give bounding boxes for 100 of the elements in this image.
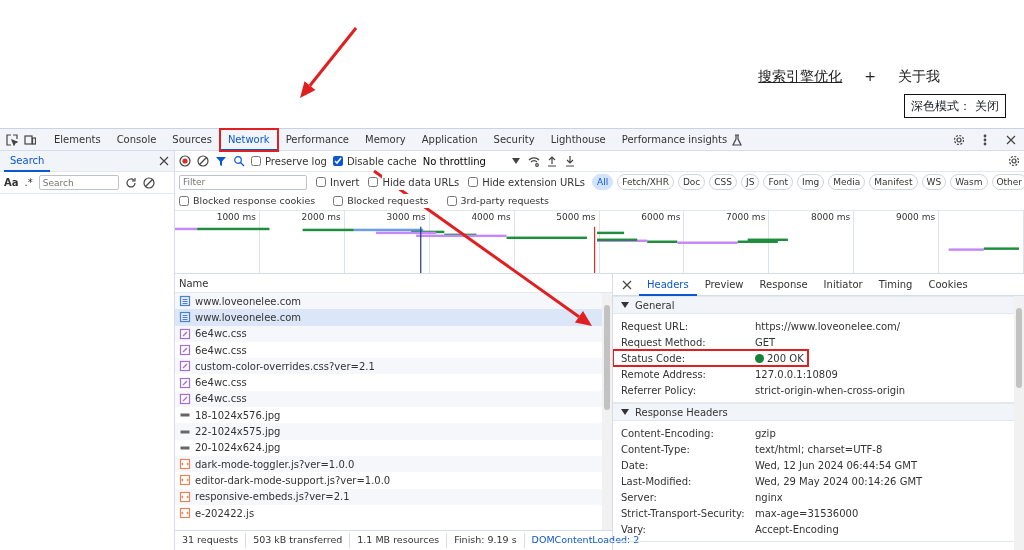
header-name: Vary: (621, 522, 647, 536)
device-toolbar-icon[interactable] (24, 133, 36, 146)
checkbox[interactable] (446, 196, 457, 206)
checkbox[interactable] (251, 156, 261, 166)
devtools-tab[interactable]: Sources (164, 128, 220, 151)
devtools-tab[interactable]: Memory (357, 128, 414, 151)
script-icon (179, 474, 191, 487)
scrollbar[interactable] (1014, 296, 1024, 550)
refresh-icon[interactable] (124, 176, 137, 189)
request-row[interactable]: 6e4wc.css (175, 341, 602, 359)
inspect-icon[interactable] (6, 133, 18, 146)
checkbox[interactable] (468, 177, 479, 187)
download-icon[interactable] (563, 155, 576, 167)
request-row[interactable]: custom-color-overrides.css?ver=2.1 (175, 358, 602, 375)
filter-field[interactable]: Filter (179, 174, 307, 190)
search-field[interactable]: Search (38, 175, 119, 190)
devtools-tab[interactable]: Elements (46, 128, 109, 151)
scrollbar[interactable] (602, 293, 612, 530)
section-header[interactable]: Response Headers (613, 403, 1014, 421)
request-row[interactable]: responsive-embeds.js?ver=2.1 (175, 488, 602, 505)
type-filter-chip[interactable]: Img (797, 174, 825, 190)
request-row[interactable]: 6e4wc.css (175, 390, 602, 408)
type-filter-chip[interactable]: Font (763, 174, 793, 190)
settings-icon[interactable] (1008, 155, 1020, 167)
section-header[interactable]: General (613, 296, 1014, 314)
header-name: Request Method: (621, 335, 707, 350)
details-tab[interactable]: Preview (696, 273, 752, 296)
status-text: 503 kB transferred (246, 533, 351, 548)
tick-label: 9000 ms (895, 212, 936, 222)
nav-link[interactable]: 搜索引擎优化 (758, 66, 843, 87)
stylesheet-icon (179, 392, 191, 405)
header-name: Request URL: (621, 319, 689, 334)
request-row[interactable]: editor-dark-mode-support.js?ver=1.0.0 (175, 472, 602, 489)
document-icon (179, 295, 191, 308)
checkbox[interactable] (333, 196, 344, 206)
stylesheet-icon (179, 344, 191, 357)
details-tab[interactable]: Timing (870, 273, 921, 296)
checkbox-label: Blocked requests (347, 193, 429, 209)
type-filter-chip[interactable]: JS (741, 174, 760, 190)
type-filter-chip[interactable]: Fetch/XHR (617, 174, 674, 190)
column-header[interactable]: Name (179, 275, 209, 291)
checkbox[interactable] (179, 196, 189, 206)
flask-icon (731, 133, 744, 146)
clear-icon[interactable] (142, 176, 155, 189)
header-name: Content-Encoding: (621, 426, 715, 441)
close-icon[interactable] (158, 155, 170, 167)
upload-icon[interactable] (545, 155, 558, 167)
details-tab[interactable]: Initiator (815, 273, 871, 296)
details-tab[interactable]: Headers (639, 273, 697, 296)
devtools-tab[interactable]: Console (108, 128, 165, 151)
header-name: Referrer Policy: (621, 383, 697, 398)
request-row[interactable]: 22-1024x575.jpg (175, 423, 602, 440)
type-filter-chip[interactable]: Wasm (950, 174, 988, 190)
request-row[interactable]: www.loveonelee.com (175, 293, 602, 310)
devtools-tab[interactable]: Network (219, 128, 278, 151)
header-value: Wed, 29 May 2024 00:14:26 GMT (755, 474, 923, 489)
request-row[interactable]: dark-mode-toggler.js?ver=1.0.0 (175, 455, 602, 473)
checkbox[interactable] (316, 177, 326, 187)
header-value: gzip (755, 426, 776, 441)
settings-icon[interactable] (953, 133, 965, 146)
request-row[interactable]: www.loveonelee.com (175, 309, 602, 326)
tick-label: 1000 ms (216, 212, 256, 222)
header-value: GET (755, 335, 776, 350)
details-tab[interactable]: Response (751, 273, 816, 296)
request-row[interactable]: e-202422.js (175, 504, 602, 522)
close-icon[interactable] (1005, 133, 1017, 146)
request-row[interactable]: 20-1024x624.jpg (175, 439, 602, 456)
type-filter-chip[interactable]: All (592, 174, 614, 190)
throttling-dropdown[interactable]: No throttling (422, 153, 522, 169)
status-text: Finish: 9.19 s (447, 533, 525, 548)
script-icon (179, 507, 191, 519)
match-case-toggle[interactable]: Aa (4, 175, 19, 190)
type-filter-chip[interactable]: WS (921, 174, 947, 190)
checkbox[interactable] (332, 156, 343, 166)
stylesheet-icon (179, 327, 191, 340)
type-filter-chip[interactable]: Manifest (869, 174, 918, 190)
close-icon[interactable] (621, 278, 633, 291)
devtools-tab[interactable]: Lighthouse (542, 128, 614, 151)
type-filter-chip[interactable]: Doc (677, 174, 706, 190)
type-filter-chip[interactable]: Media (828, 174, 866, 190)
filter-icon[interactable] (215, 155, 227, 167)
request-row[interactable]: 18-1024x576.jpg (175, 407, 602, 424)
checkbox[interactable] (368, 177, 379, 187)
devtools-tab[interactable]: Performance insights (613, 128, 736, 151)
devtools-tab[interactable]: Security (485, 128, 543, 151)
record-icon[interactable] (179, 155, 191, 167)
request-row[interactable]: 6e4wc.css (175, 374, 602, 391)
clear-icon[interactable] (197, 155, 209, 167)
regex-toggle[interactable]: .* (24, 175, 33, 190)
type-filter-chip[interactable]: CSS (709, 174, 737, 190)
search-icon[interactable] (233, 155, 245, 167)
devtools-tab[interactable]: Application (413, 128, 486, 151)
annotation-arrow (300, 27, 358, 98)
details-tab[interactable]: Cookies (920, 273, 976, 296)
dark-mode-toggle[interactable]: 深色模式： 关闭 (904, 94, 1006, 118)
devtools-tab[interactable]: Performance (277, 128, 358, 151)
tick-label: 6000 ms (641, 212, 681, 222)
type-filter-chip[interactable]: Other (991, 174, 1024, 190)
network-conditions-icon[interactable] (527, 155, 540, 167)
stylesheet-icon (179, 376, 191, 389)
